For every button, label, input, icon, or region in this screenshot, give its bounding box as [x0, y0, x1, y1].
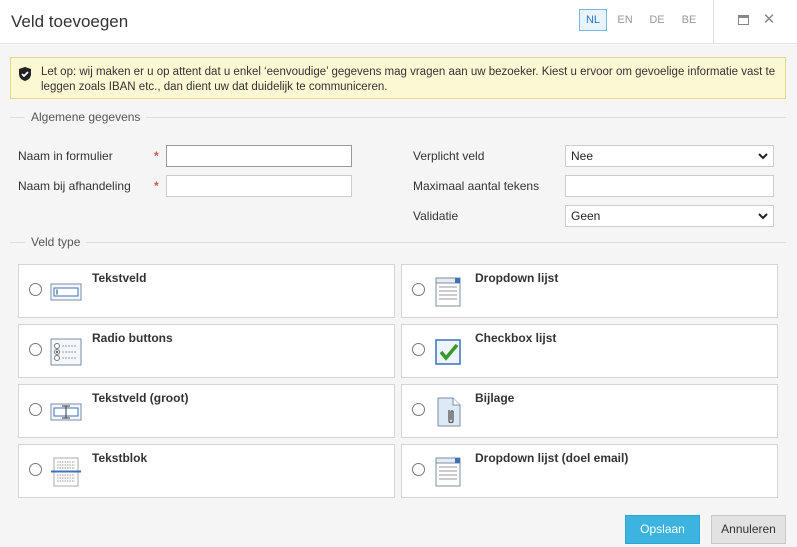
field-type-dropdown-email[interactable]: Dropdown lijst (doel email) — [401, 444, 778, 498]
validation-label: Validatie — [413, 209, 459, 223]
shield-check-icon — [19, 67, 31, 81]
radio-button[interactable] — [29, 463, 42, 476]
dropdown-list-icon — [435, 277, 461, 307]
name-in-handling-input[interactable] — [166, 175, 352, 197]
required-field-value: Nee — [571, 149, 594, 163]
name-in-handling-label: Naam bij afhandeling — [18, 179, 131, 193]
required-field-select[interactable]: Nee — [565, 145, 774, 167]
radio-button[interactable] — [29, 403, 42, 416]
field-type-label: Tekstveld (groot) — [92, 391, 189, 405]
field-type-textblock[interactable]: Tekstblok — [18, 444, 395, 498]
chevron-down-icon — [758, 213, 768, 220]
required-marker: * — [154, 149, 159, 163]
dialog-header: Veld toevoegen NL EN DE BE ✕ — [0, 0, 797, 44]
textfield-icon — [50, 283, 82, 301]
section-general: Algemene gegevens — [10, 110, 786, 124]
chevron-down-icon — [758, 153, 768, 160]
radio-button[interactable] — [29, 283, 42, 296]
field-type-label: Bijlage — [475, 391, 515, 405]
section-field-type: Veld type — [10, 235, 786, 249]
textarea-icon — [50, 403, 82, 421]
field-type-dropdown[interactable]: Dropdown lijst — [401, 264, 778, 318]
field-type-textarea[interactable]: Tekstveld (groot) — [18, 384, 395, 438]
field-type-label: Checkbox lijst — [475, 331, 557, 345]
max-chars-input[interactable] — [565, 175, 774, 197]
lang-tab-be[interactable]: BE — [675, 9, 703, 31]
close-icon[interactable]: ✕ — [761, 12, 777, 28]
dialog-body: Let op: wij maken er u op attent dat u e… — [0, 45, 797, 547]
notice-text: Let op: wij maken er u op attent dat u e… — [41, 66, 776, 93]
field-type-label: Dropdown lijst (doel email) — [475, 451, 629, 465]
attachment-icon — [437, 397, 461, 427]
section-general-label: Algemene gegevens — [25, 110, 147, 124]
lang-tab-de[interactable]: DE — [643, 9, 671, 31]
textblock-icon — [51, 457, 81, 487]
lang-tab-nl[interactable]: NL — [579, 9, 607, 31]
name-in-form-label: Naam in formulier — [18, 149, 113, 163]
checkbox-list-icon — [435, 339, 461, 365]
radio-button[interactable] — [29, 343, 42, 356]
cancel-button[interactable]: Annuleren — [711, 515, 786, 544]
section-field-type-label: Veld type — [25, 235, 87, 249]
save-button[interactable]: Opslaan — [625, 515, 700, 544]
validation-value: Geen — [571, 209, 601, 223]
field-type-checkbox-list[interactable]: Checkbox lijst — [401, 324, 778, 378]
required-marker: * — [154, 179, 159, 193]
header-divider — [713, 0, 714, 44]
required-field-label: Verplicht veld — [413, 149, 485, 163]
field-type-label: Radio buttons — [92, 331, 173, 345]
field-type-label: Tekstveld — [92, 271, 147, 285]
field-type-label: Dropdown lijst — [475, 271, 559, 285]
field-type-radio-buttons[interactable]: Radio buttons — [18, 324, 395, 378]
radio-button[interactable] — [412, 463, 425, 476]
maximize-icon[interactable] — [736, 12, 752, 28]
radio-button[interactable] — [412, 283, 425, 296]
dialog-title: Veld toevoegen — [11, 12, 129, 31]
privacy-notice: Let op: wij maken er u op attent dat u e… — [10, 57, 786, 99]
field-type-textfield[interactable]: Tekstveld — [18, 264, 395, 318]
radio-button[interactable] — [412, 343, 425, 356]
field-type-label: Tekstblok — [92, 451, 148, 465]
dropdown-email-icon — [435, 457, 461, 487]
max-chars-label: Maximaal aantal tekens — [413, 179, 540, 193]
name-in-form-input[interactable] — [166, 145, 352, 167]
field-type-attachment[interactable]: Bijlage — [401, 384, 778, 438]
language-switcher: NL EN DE BE — [579, 9, 707, 31]
lang-tab-en[interactable]: EN — [611, 9, 639, 31]
validation-select[interactable]: Geen — [565, 205, 774, 227]
radio-buttons-icon — [50, 338, 82, 366]
radio-button[interactable] — [412, 403, 425, 416]
